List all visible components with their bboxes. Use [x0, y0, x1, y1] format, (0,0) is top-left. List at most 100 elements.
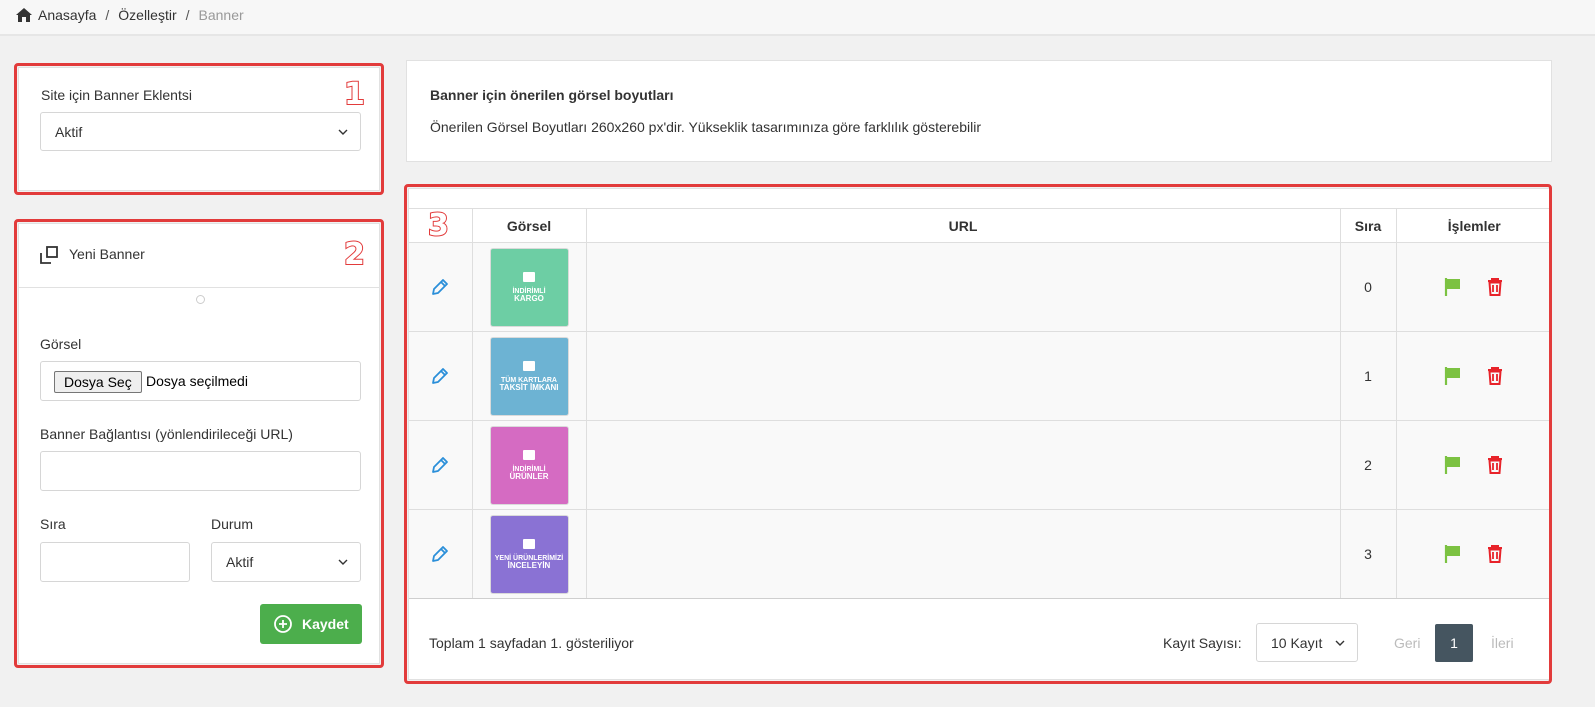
banner-graphic-icon	[523, 538, 535, 549]
banner-url-input[interactable]	[40, 451, 361, 491]
flag-icon[interactable]	[1443, 277, 1463, 297]
edit-cell	[409, 420, 473, 510]
order-input[interactable]	[40, 542, 190, 582]
table-row: İNDİRİMLİ ÜRÜNLER 2	[409, 420, 1552, 510]
url-cell	[586, 509, 1341, 599]
previous-page-button[interactable]: Geri	[1394, 635, 1420, 651]
breadcrumb-customize[interactable]: Özelleştir	[118, 7, 176, 23]
plugin-status-select[interactable]: Aktif	[40, 112, 361, 151]
url-cell	[586, 331, 1341, 421]
url-cell	[586, 420, 1341, 510]
chevron-down-icon	[338, 559, 348, 565]
image-cell: YENİ ÜRÜNLERİMİZİ İNCELEYİN	[472, 509, 587, 599]
header-actions: İşlemler	[1396, 208, 1552, 243]
actions-cell	[1396, 242, 1552, 332]
actions-cell	[1396, 331, 1552, 421]
plugin-status-card: Site için Banner Eklentsi Aktif	[18, 67, 380, 191]
banner-thumbnail[interactable]: İNDİRİMLİ KARGO	[490, 248, 568, 326]
banner-table: Görsel URL Sıra İşlemler İNDİRİMLİ KARGO…	[409, 208, 1552, 599]
record-count-label: Kayıt Sayısı:	[1163, 635, 1242, 651]
edit-cell	[409, 331, 473, 421]
banner-graphic-icon	[523, 271, 535, 282]
breadcrumb-separator: /	[185, 7, 190, 23]
status-value: Aktif	[226, 554, 254, 570]
next-page-button[interactable]: İleri	[1491, 635, 1514, 651]
actions-cell	[1396, 420, 1552, 510]
banner-text-line2: ÜRÜNLER	[509, 472, 549, 482]
header-image: Görsel	[472, 208, 587, 243]
marker-2: 2	[343, 237, 366, 272]
breadcrumb-separator: /	[105, 7, 110, 23]
header-url: URL	[586, 208, 1341, 243]
info-text: Önerilen Görsel Boyutları 260x260 px'dir…	[430, 119, 981, 135]
order-cell: 1	[1340, 331, 1397, 421]
record-count-select[interactable]: 10 Kayıt	[1256, 623, 1358, 662]
flag-icon[interactable]	[1443, 455, 1463, 475]
new-window-icon	[40, 246, 58, 264]
banner-text-line2: İNCELEYİN	[507, 561, 551, 571]
breadcrumb-current: Banner	[198, 7, 244, 23]
header-order: Sıra	[1340, 208, 1397, 243]
edit-cell	[409, 242, 473, 332]
file-status-text: Dosya seçilmedi	[146, 373, 248, 389]
banner-text-line2: KARGO	[514, 294, 544, 304]
url-label: Banner Bağlantısı (yönlendirileceği URL)	[40, 426, 293, 442]
chevron-down-icon	[1335, 640, 1345, 646]
pencil-icon[interactable]	[431, 545, 449, 563]
chevron-down-icon	[338, 129, 348, 135]
home-icon[interactable]	[16, 8, 32, 22]
breadcrumb-home[interactable]: Anasayfa	[38, 7, 96, 23]
status-label: Durum	[211, 516, 254, 532]
image-cell: TÜM KARTLARA TAKSİT İMKANI	[472, 331, 587, 421]
pagination-summary: Toplam 1 sayfadan 1. gösteriliyor	[429, 635, 634, 651]
save-label: Kaydet	[302, 616, 349, 632]
flag-icon[interactable]	[1443, 366, 1463, 386]
banner-graphic-icon	[523, 449, 535, 460]
trash-icon[interactable]	[1485, 455, 1505, 475]
info-title: Banner için önerilen görsel boyutları	[430, 87, 674, 103]
flag-icon[interactable]	[1443, 544, 1463, 564]
trash-icon[interactable]	[1485, 277, 1505, 297]
new-banner-card: Yeni Banner Görsel Dosya Seç Dosya seçil…	[18, 223, 380, 664]
table-row: İNDİRİMLİ KARGO 0	[409, 242, 1552, 332]
trash-icon[interactable]	[1485, 366, 1505, 386]
banner-thumbnail[interactable]: YENİ ÜRÜNLERİMİZİ İNCELEYİN	[490, 515, 568, 593]
plugin-status-label: Site için Banner Eklentsi	[41, 87, 192, 103]
marker-3: 3	[427, 208, 450, 243]
top-bar: Anasayfa / Özelleştir / Banner	[0, 0, 1595, 36]
pencil-icon[interactable]	[431, 367, 449, 385]
order-cell: 3	[1340, 509, 1397, 599]
image-file-input[interactable]: Dosya Seç Dosya seçilmedi	[40, 361, 361, 401]
table-row: TÜM KARTLARA TAKSİT İMKANI 1	[409, 331, 1552, 421]
banner-thumbnail[interactable]: TÜM KARTLARA TAKSİT İMKANI	[490, 337, 568, 415]
trash-icon[interactable]	[1485, 544, 1505, 564]
order-label: Sıra	[40, 516, 66, 532]
page-1-button[interactable]: 1	[1435, 624, 1473, 662]
table-row: YENİ ÜRÜNLERİMİZİ İNCELEYİN 3	[409, 509, 1552, 599]
plus-circle-icon	[274, 615, 292, 633]
table-header-row: Görsel URL Sıra İşlemler	[409, 208, 1552, 243]
pencil-icon[interactable]	[431, 456, 449, 474]
choose-file-button[interactable]: Dosya Seç	[54, 371, 142, 393]
plugin-status-value: Aktif	[55, 123, 83, 140]
order-cell: 0	[1340, 242, 1397, 332]
image-cell: İNDİRİMLİ ÜRÜNLER	[472, 420, 587, 510]
breadcrumb: Anasayfa / Özelleştir / Banner	[16, 7, 244, 23]
banner-thumbnail[interactable]: İNDİRİMLİ ÜRÜNLER	[490, 426, 568, 504]
edit-cell	[409, 509, 473, 599]
status-select[interactable]: Aktif	[211, 542, 361, 582]
card-divider	[19, 287, 379, 288]
record-count-value: 10 Kayıt	[1271, 634, 1323, 651]
save-button[interactable]: Kaydet	[260, 604, 362, 644]
banner-text-line2: TAKSİT İMKANI	[499, 383, 559, 393]
loading-dot	[196, 295, 205, 304]
info-card: Banner için önerilen görsel boyutları Ön…	[406, 60, 1552, 162]
order-cell: 2	[1340, 420, 1397, 510]
actions-cell	[1396, 509, 1552, 599]
image-cell: İNDİRİMLİ KARGO	[472, 242, 587, 332]
new-banner-title: Yeni Banner	[69, 246, 145, 262]
pencil-icon[interactable]	[431, 278, 449, 296]
marker-1: 1	[343, 77, 366, 112]
banner-graphic-icon	[523, 360, 535, 371]
image-label: Görsel	[40, 336, 82, 352]
